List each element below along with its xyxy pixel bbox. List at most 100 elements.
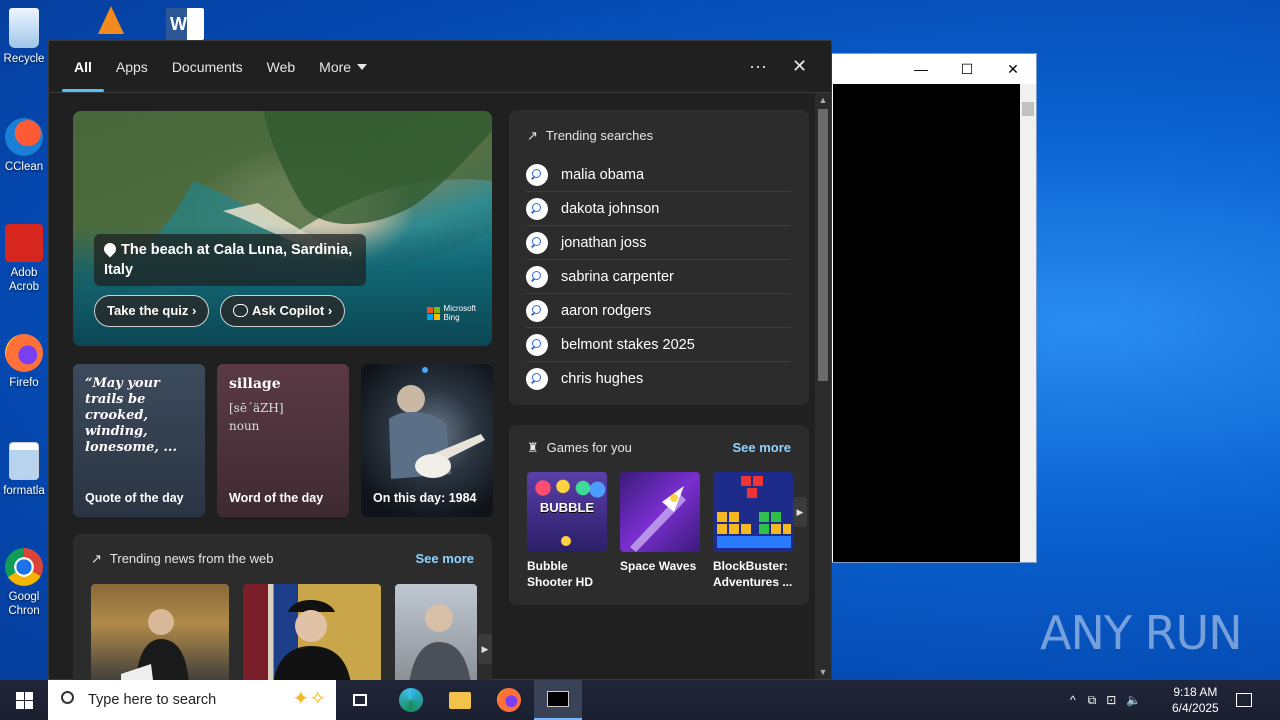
ask-copilot-button[interactable]: Ask Copilot › <box>220 295 346 327</box>
quote-of-the-day-card[interactable]: “May your trails be crooked, winding, lo… <box>73 364 205 517</box>
game-tile-space-waves[interactable]: Space Waves <box>620 472 700 574</box>
card-label: Word of the day <box>229 491 324 505</box>
trending-item[interactable]: malia obama <box>526 158 791 192</box>
word-pronunciation: [sē´äZH] <box>229 401 284 415</box>
acrobat-icon <box>5 224 43 262</box>
start-button[interactable] <box>0 680 48 720</box>
trending-item[interactable]: chris hughes <box>526 362 791 396</box>
word-part-of-speech: noun <box>229 419 260 433</box>
bubble-icon <box>561 536 571 546</box>
task-view-icon <box>353 694 367 706</box>
show-hidden-icons-icon[interactable]: ^ <box>1070 693 1076 707</box>
windows-logo-icon <box>15 691 33 709</box>
close-button[interactable]: ✕ <box>990 61 1036 78</box>
trending-arrow-icon: ↗ <box>91 551 102 566</box>
brand-line: Bing <box>443 313 460 322</box>
search-icon <box>526 299 548 322</box>
take-quiz-button[interactable]: Take the quiz › <box>94 295 210 327</box>
word-desktop-icon[interactable]: W <box>166 8 204 40</box>
firefox-icon <box>5 334 43 372</box>
desktop-icon-recycle-bin[interactable]: Recycle <box>0 8 48 66</box>
clock[interactable]: 9:18 AM 6/4/2025 <box>1172 680 1219 720</box>
chat-bubble-icon <box>233 304 248 317</box>
taskbar-search-box[interactable]: Type here to search ✦✧ <box>48 680 336 720</box>
game-tile-blockbuster[interactable]: BlockBuster: Adventures ... <box>713 472 793 590</box>
maximize-button[interactable]: ☐ <box>944 61 990 78</box>
device-icon[interactable]: ⧉ <box>1088 693 1097 708</box>
console-window[interactable]: — ☐ ✕ <box>826 53 1037 563</box>
desktop-icon-acrobat[interactable]: Adob Acrob <box>0 224 48 294</box>
news-thumbnail[interactable] <box>91 584 229 684</box>
tab-documents[interactable]: Documents <box>160 41 255 93</box>
trending-item-label: chris hughes <box>561 371 644 387</box>
on-this-day-card[interactable]: On this day: 1984 <box>361 364 493 517</box>
desktop-icon-formatla[interactable]: formatla <box>0 442 48 498</box>
tab-all[interactable]: All <box>62 41 104 93</box>
desktop-icon-chrome[interactable]: Googl Chron <box>0 548 48 618</box>
scrollbar-thumb[interactable] <box>1022 102 1034 116</box>
news-scroll-right-button[interactable]: ▶ <box>478 634 492 664</box>
location-line: The beach at Cala Luna, Sardinia, <box>121 242 353 258</box>
trending-item[interactable]: jonathan joss <box>526 226 791 260</box>
game-art-title: BUBBLE <box>539 500 595 515</box>
desktop-icon-label: Chron <box>8 605 40 617</box>
game-tile-bubble-shooter[interactable]: BUBBLE Bubble Shooter HD <box>527 472 607 590</box>
trending-item[interactable]: aaron rodgers <box>526 294 791 328</box>
recycle-bin-icon <box>9 8 39 48</box>
news-thumbnail[interactable] <box>243 584 381 684</box>
scroll-down-arrow-icon[interactable]: ▼ <box>815 667 831 677</box>
task-view-button[interactable] <box>340 680 380 720</box>
trending-header: ↗ Trending searches <box>527 128 653 144</box>
trending-list: malia obama dakota johnson jonathan joss… <box>526 158 791 396</box>
desktop-icon-firefox[interactable]: Firefo <box>0 334 48 390</box>
card-label: On this day: 1984 <box>373 491 477 505</box>
tab-more[interactable]: More <box>307 41 379 93</box>
trending-item-label: jonathan joss <box>561 234 647 251</box>
word-title: sillage <box>229 376 281 392</box>
trending-item[interactable]: dakota johnson <box>526 192 791 226</box>
news-header-label: Trending news from the web <box>109 551 274 566</box>
terminal-icon <box>547 691 569 707</box>
hero-card[interactable]: The beach at Cala Luna, Sardinia, Italy … <box>73 111 492 346</box>
game-name: BlockBuster: Adventures ... <box>713 558 793 590</box>
trending-item[interactable]: sabrina carpenter <box>526 260 791 294</box>
close-panel-button[interactable]: ✕ <box>792 41 807 93</box>
trending-searches-card: ↗ Trending searches malia obama dakota jo… <box>509 110 809 405</box>
network-icon[interactable]: ⊡ <box>1106 693 1116 707</box>
console-output[interactable] <box>833 84 1020 562</box>
trending-header-label: Trending searches <box>545 128 654 143</box>
news-thumbnail[interactable] <box>395 584 477 684</box>
tab-web[interactable]: Web <box>255 41 308 93</box>
games-scroll-right-button[interactable]: ▶ <box>793 497 807 527</box>
console-titlebar[interactable]: — ☐ ✕ <box>827 54 1036 84</box>
games-see-more-link[interactable]: See more <box>732 440 791 455</box>
panel-scrollbar[interactable]: ▲ ▼ <box>815 93 831 679</box>
tab-apps[interactable]: Apps <box>104 41 160 93</box>
scrollbar-thumb[interactable] <box>818 109 828 381</box>
scroll-up-arrow-icon[interactable]: ▲ <box>815 95 831 105</box>
news-see-more-link[interactable]: See more <box>415 551 474 566</box>
file-explorer-button[interactable] <box>440 680 480 720</box>
console-scrollbar[interactable] <box>1020 84 1036 562</box>
trending-item-label: malia obama <box>561 166 645 183</box>
desktop-icon-ccleaner[interactable]: CClean <box>0 118 48 174</box>
button-label: Take the quiz <box>107 303 189 318</box>
volume-icon[interactable]: 🔈 <box>1126 693 1141 707</box>
minimize-button[interactable]: — <box>898 61 944 77</box>
game-name-line: BlockBuster: <box>713 559 788 573</box>
news-header: ↗ Trending news from the web <box>91 551 273 567</box>
more-options-button[interactable]: ··· <box>749 41 767 93</box>
console-taskbar-button[interactable] <box>534 680 582 720</box>
game-name-line: Shooter HD <box>527 575 593 589</box>
trending-item[interactable]: belmont stakes 2025 <box>526 328 791 362</box>
game-name-line: Bubble <box>527 559 568 573</box>
search-tabs: All Apps Documents Web More ··· ✕ <box>49 41 831 93</box>
hero-location-label[interactable]: The beach at Cala Luna, Sardinia, Italy <box>94 234 366 286</box>
notification-center-button[interactable] <box>1236 680 1260 720</box>
edge-taskbar-button[interactable] <box>391 680 431 720</box>
vlc-desktop-icon[interactable] <box>96 6 126 38</box>
game-controller-icon: ♜ <box>527 440 539 455</box>
firefox-taskbar-button[interactable] <box>489 680 529 720</box>
desktop-icon-label: Adob <box>10 267 38 279</box>
word-of-the-day-card[interactable]: sillage [sē´äZH] noun Word of the day <box>217 364 349 517</box>
